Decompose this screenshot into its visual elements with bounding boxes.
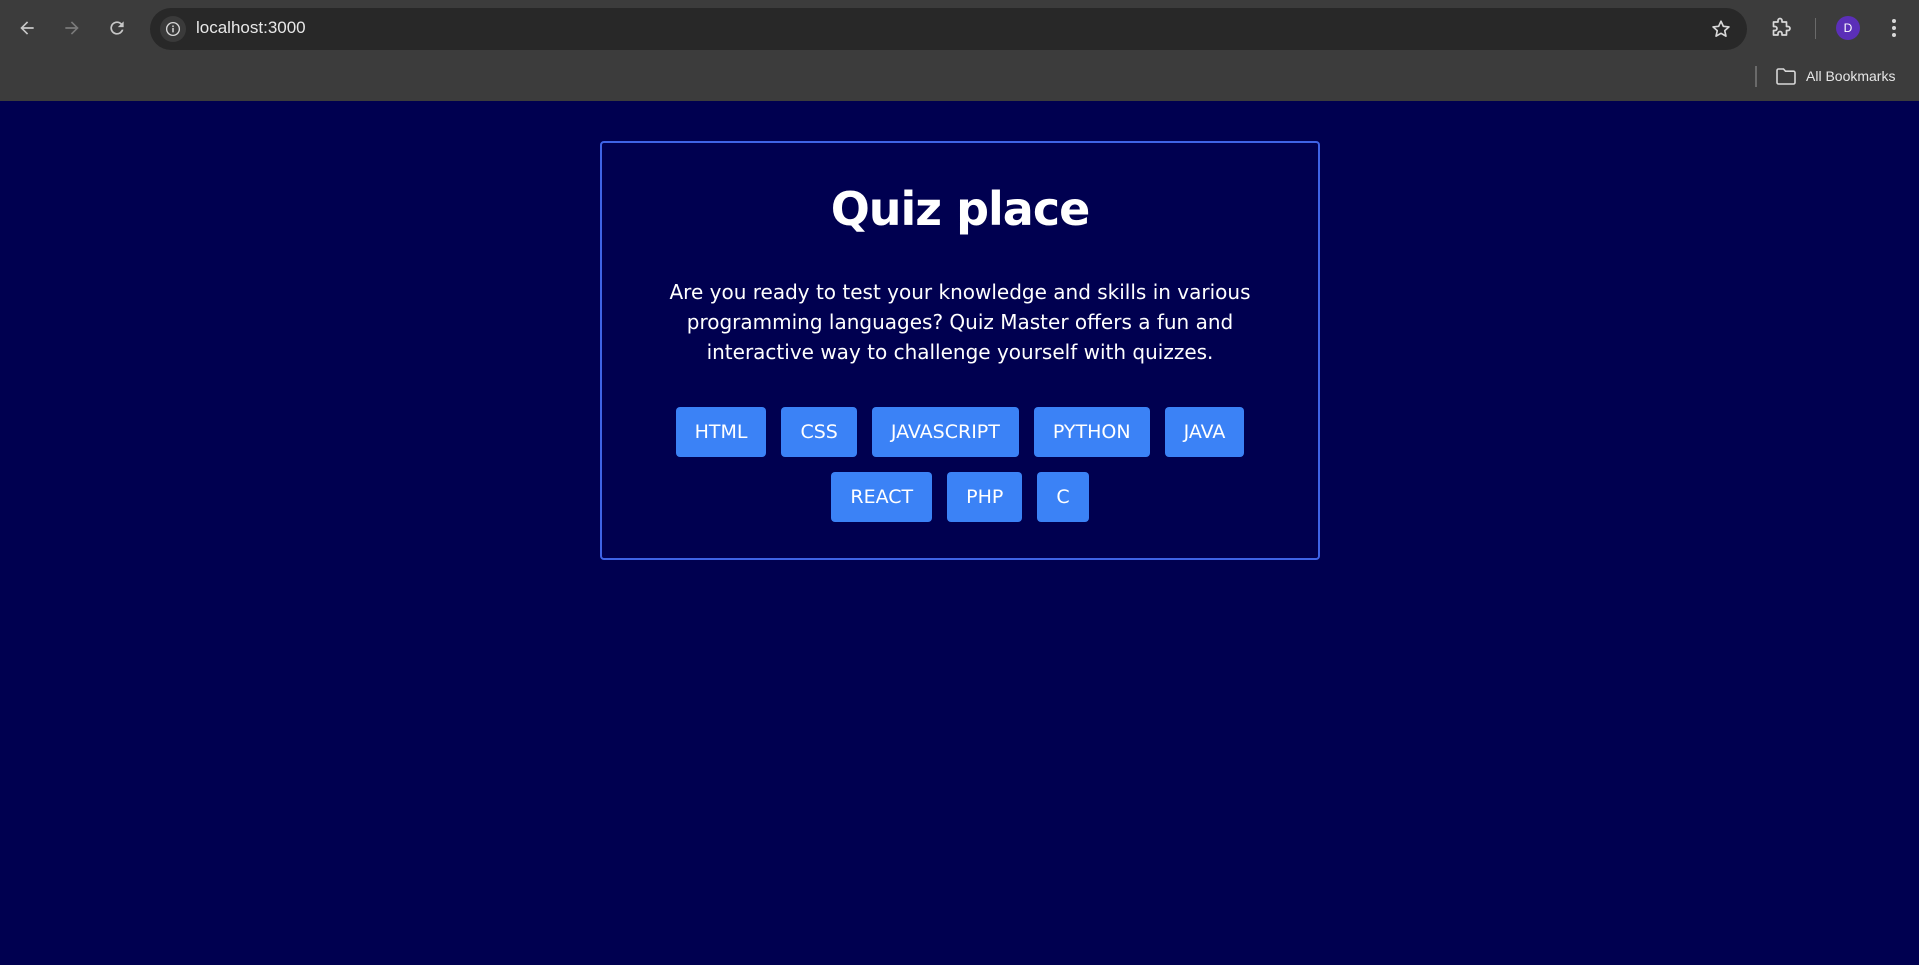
browser-menu-button[interactable] (1882, 14, 1906, 42)
all-bookmarks-button[interactable]: All Bookmarks (1775, 63, 1895, 89)
php-quiz-button[interactable]: PHP (947, 472, 1023, 522)
all-bookmarks-label: All Bookmarks (1806, 68, 1896, 84)
puzzle-icon (1772, 17, 1791, 36)
css-quiz-button[interactable]: CSS (781, 407, 857, 457)
site-info-button[interactable] (160, 16, 186, 42)
browser-chrome: localhost:3000 D All Bookmarks (0, 0, 1919, 101)
bookmarks-divider (1755, 66, 1757, 87)
arrow-right-icon (65, 21, 79, 35)
python-quiz-button[interactable]: PYTHON (1033, 407, 1150, 457)
intro-text: Are you ready to test your knowledge and… (669, 280, 1251, 364)
c-quiz-button[interactable]: C (1037, 472, 1089, 522)
javascript-quiz-button[interactable]: JAVASCRIPT (871, 407, 1019, 457)
kebab-menu-icon (1892, 19, 1896, 37)
info-icon (165, 21, 181, 37)
language-buttons-row-1: HTML CSS JAVASCRIPT PYTHON JAVA (675, 407, 1245, 457)
page-viewport: Quiz place Are you ready to test your kn… (0, 101, 1919, 965)
address-bar[interactable]: localhost:3000 (150, 8, 1747, 50)
java-quiz-button[interactable]: JAVA (1164, 407, 1245, 457)
html-quiz-button[interactable]: HTML (675, 407, 767, 457)
toolbar-divider (1815, 18, 1816, 39)
star-icon (1712, 20, 1730, 37)
browser-toolbar: localhost:3000 D (0, 0, 1919, 58)
forward-button[interactable] (55, 11, 89, 45)
reload-button[interactable] (100, 11, 134, 45)
arrow-left-icon (20, 21, 34, 35)
url-text[interactable]: localhost:3000 (196, 18, 306, 38)
reload-icon (110, 21, 124, 35)
react-quiz-button[interactable]: REACT (831, 472, 933, 522)
language-buttons-row-2: REACT PHP C (831, 472, 1089, 522)
bookmark-star-button[interactable] (1709, 17, 1733, 41)
page-title: Quiz place (830, 182, 1091, 236)
extensions-button[interactable] (1767, 14, 1795, 42)
bookmarks-bar: All Bookmarks (0, 58, 1919, 101)
back-button[interactable] (10, 11, 44, 45)
quiz-card: Quiz place Are you ready to test your kn… (600, 141, 1320, 560)
profile-avatar[interactable]: D (1836, 16, 1860, 40)
folder-icon (1776, 68, 1796, 85)
